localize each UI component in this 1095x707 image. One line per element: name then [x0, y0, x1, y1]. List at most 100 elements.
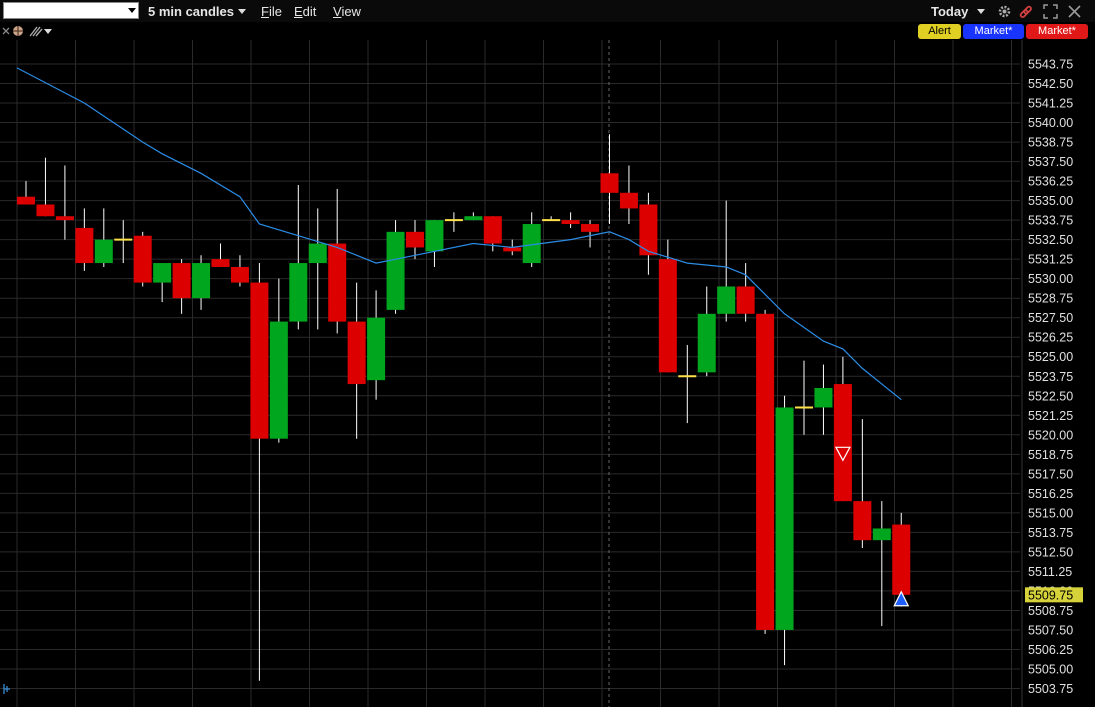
candle-body: [269, 321, 288, 439]
last-price-label: 5509.75: [1025, 587, 1083, 603]
crosshair-icon[interactable]: [12, 25, 24, 37]
candle-body: [872, 528, 891, 541]
candle-body: [230, 266, 249, 283]
menu-edit[interactable]: Edit: [294, 4, 316, 19]
close-icon[interactable]: [1067, 4, 1082, 19]
menu-file[interactable]: File: [261, 4, 282, 19]
candle-body: [736, 286, 755, 314]
chevron-down-icon[interactable]: [128, 8, 136, 13]
candle-body: [386, 231, 405, 310]
y-tick-label: 5503.75: [1028, 682, 1073, 696]
candle-body: [367, 317, 386, 381]
candle-body: [503, 247, 522, 252]
candle: [192, 255, 211, 310]
last-price-value: 5509.75: [1028, 588, 1073, 602]
y-tick-label: 5541.25: [1028, 97, 1073, 111]
caret-down-icon: [237, 9, 246, 14]
candlestick-chart[interactable]: 5543.75 5542.50 5541.25 5540.00 5538.75 5537.…: [0, 40, 1095, 707]
candle: [328, 188, 347, 334]
candle-body: [717, 286, 736, 314]
candle: [833, 356, 852, 502]
candle: [464, 212, 483, 221]
alert-button[interactable]: Alert: [918, 24, 961, 39]
y-tick-label: 5516.25: [1028, 487, 1073, 501]
candle-body: [94, 239, 113, 264]
candle-body: [600, 173, 619, 193]
y-tick-label: 5532.50: [1028, 233, 1073, 247]
range-label: Today: [931, 4, 969, 19]
y-tick-label: 5517.50: [1028, 467, 1073, 481]
candle: [619, 165, 638, 225]
y-tick-label: 5505.00: [1028, 662, 1073, 676]
symbol-input[interactable]: [3, 2, 139, 19]
y-tick-label: 5530.00: [1028, 272, 1073, 286]
range-dropdown[interactable]: Today: [931, 4, 986, 19]
candle-body: [17, 196, 35, 205]
y-tick-label: 5531.25: [1028, 253, 1073, 267]
y-tick-label: 5515.00: [1028, 506, 1073, 520]
candle: [36, 157, 55, 217]
y-tick-label: 5543.75: [1028, 58, 1073, 72]
y-tick-label: 5538.75: [1028, 136, 1073, 150]
candle-body: [347, 321, 366, 385]
market-sell-button[interactable]: Market*: [1026, 24, 1088, 39]
candle: [600, 134, 619, 225]
drawing-tools-icon[interactable]: [29, 25, 43, 37]
market-buy-button[interactable]: Market*: [963, 24, 1024, 39]
candle: [717, 200, 736, 322]
candle-body: [483, 216, 502, 244]
y-tick-label: 5518.75: [1028, 448, 1073, 462]
candle-body: [75, 227, 94, 264]
candle-body: [153, 263, 172, 283]
y-tick-label: 5525.00: [1028, 350, 1073, 364]
expand-icon[interactable]: [1043, 4, 1058, 19]
candle: [386, 220, 405, 314]
candle-body: [289, 263, 308, 322]
link-icon[interactable]: [1018, 4, 1033, 19]
y-tick-label: 5537.50: [1028, 155, 1073, 169]
candle: [425, 220, 444, 267]
menu-view[interactable]: View: [333, 4, 361, 19]
candle-body: [172, 263, 191, 299]
y-tick-label: 5507.50: [1028, 623, 1073, 637]
y-tick-label: 5528.75: [1028, 292, 1073, 306]
y-tick-label: 5511.25: [1028, 565, 1072, 579]
candle-body: [425, 220, 444, 252]
candle: [94, 208, 113, 267]
candle: [55, 165, 74, 240]
candle: [775, 395, 794, 666]
interval-label: 5 min candles: [148, 4, 234, 19]
candle-body: [814, 387, 833, 408]
close-small-icon[interactable]: [2, 27, 10, 35]
y-tick-label: 5508.75: [1028, 604, 1073, 618]
candle: [17, 181, 35, 205]
candle-body: [756, 313, 775, 630]
interval-dropdown[interactable]: 5 min candles: [148, 4, 246, 19]
candle-body: [406, 231, 424, 248]
caret-down-icon: [977, 9, 986, 14]
y-tick-label: 5523.75: [1028, 370, 1073, 384]
candle: [153, 263, 172, 303]
y-tick-label: 5526.25: [1028, 331, 1073, 345]
candle: [289, 184, 308, 330]
candle: [367, 290, 386, 400]
candle: [308, 208, 327, 330]
candle: [795, 360, 813, 435]
candle: [75, 208, 94, 271]
caret-down-icon[interactable]: [44, 29, 52, 34]
candle-body: [775, 407, 794, 630]
candle: [872, 501, 891, 627]
y-tick-label: 5522.50: [1028, 389, 1073, 403]
candle-body: [211, 259, 230, 267]
candle: [133, 231, 152, 287]
candle: [269, 278, 288, 443]
y-tick-label: 5540.00: [1028, 116, 1073, 130]
candle-body: [308, 243, 327, 264]
y-tick-label: 5513.75: [1028, 526, 1073, 540]
candle: [639, 192, 658, 275]
y-tick-label: 5520.00: [1028, 428, 1073, 442]
y-tick-label: 5535.00: [1028, 194, 1073, 208]
candle: [114, 220, 133, 264]
candle: [542, 216, 561, 222]
gear-icon[interactable]: [997, 4, 1012, 19]
